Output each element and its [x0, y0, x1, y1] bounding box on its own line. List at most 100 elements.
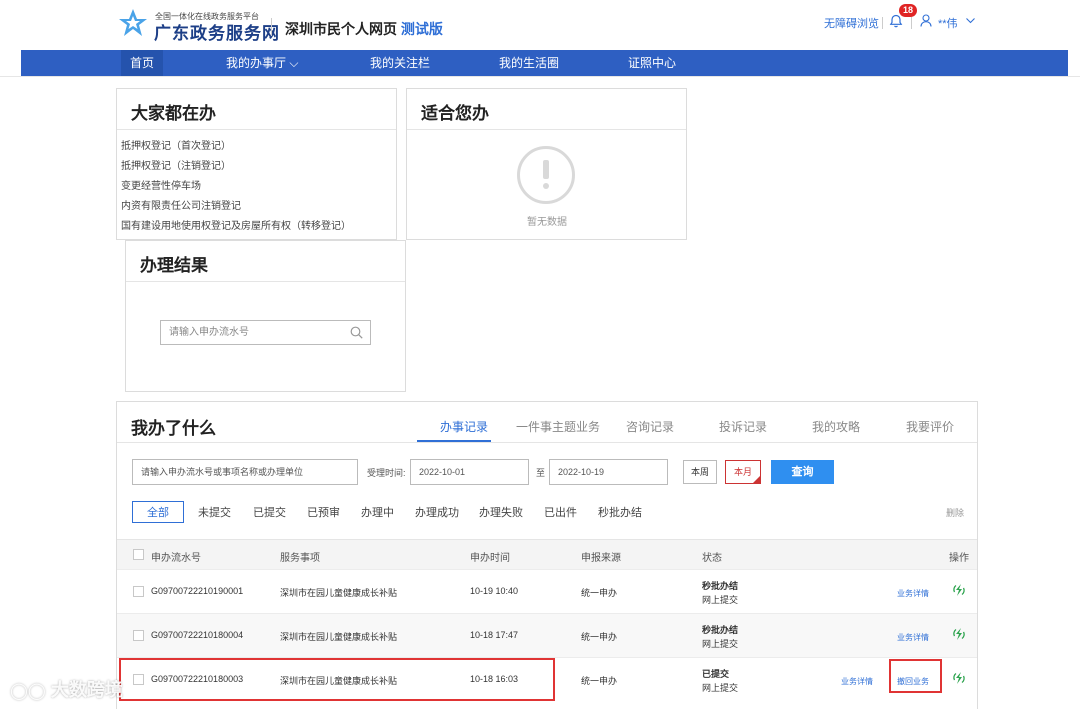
row-time: 10-19 10:40 — [470, 586, 519, 596]
query-button[interactable]: 查询 — [771, 460, 834, 484]
tab-guides[interactable]: 我的攻略 — [812, 418, 860, 435]
row-checkbox[interactable] — [133, 586, 144, 597]
row-source: 统一申办 — [581, 676, 618, 686]
records-search-input[interactable]: 请输入申办流水号或事项名称或办理单位 — [132, 459, 358, 485]
tab-evaluate[interactable]: 我要评价 — [906, 418, 954, 435]
suitable-panel: 适合您办 暂无数据 — [406, 88, 687, 240]
result-search-input[interactable]: 请输入申办流水号 — [160, 320, 371, 345]
chevron-down-icon[interactable] — [966, 18, 975, 24]
panel-divider — [117, 129, 396, 130]
detail-link[interactable]: 业务详情 — [897, 588, 929, 599]
nav-license-center[interactable]: 证照中心 — [628, 50, 676, 76]
filter-prereviewed[interactable]: 已预审 — [307, 504, 340, 520]
delete-button[interactable]: 删除 — [946, 506, 964, 519]
site-tag: 测试版 — [400, 21, 443, 37]
filter-submitted[interactable]: 已提交 — [253, 504, 286, 520]
detail-link[interactable]: 业务详情 — [897, 632, 929, 643]
tab-theme-business[interactable]: 一件事主题业务 — [516, 418, 600, 435]
popular-item[interactable]: 内资有限责任公司注销登记 — [121, 197, 241, 212]
row-time: 10-18 17:47 — [470, 630, 519, 640]
row-source: 统一申办 — [581, 588, 618, 598]
highlight-box-row — [119, 658, 555, 701]
notification-badge[interactable]: 18 — [899, 4, 917, 17]
select-all-checkbox[interactable] — [133, 549, 144, 560]
header-separator — [911, 17, 912, 29]
filter-success[interactable]: 办理成功 — [415, 504, 459, 520]
site-name: 深圳市民个人网页 测试版 — [285, 19, 443, 39]
row-status-sub: 网上提交 — [702, 595, 739, 605]
user-name[interactable]: **伟 — [938, 15, 958, 31]
nav-divider — [0, 76, 1080, 77]
row-checkbox[interactable] — [133, 630, 144, 641]
logo-title[interactable]: 广东政务服务网 — [154, 19, 280, 44]
header-divider — [271, 18, 272, 36]
popular-item[interactable]: 抵押权登记（首次登记） — [121, 137, 231, 152]
row-status: 已提交 — [702, 669, 730, 679]
filter-failed[interactable]: 办理失败 — [479, 504, 523, 520]
logo-icon[interactable] — [118, 8, 148, 38]
table-row[interactable]: G09700722210190001 深圳市在园儿童健康成长补贴 10-19 1… — [117, 569, 977, 613]
records-title: 我办了什么 — [131, 419, 216, 438]
watermark-text: 大数跨境 — [50, 680, 123, 700]
tab-complaint[interactable]: 投诉记录 — [719, 418, 767, 435]
bell-icon[interactable] — [889, 14, 903, 28]
column-header: 申办时间 — [470, 553, 510, 564]
filter-all[interactable]: 全部 — [132, 501, 184, 523]
date-from-input[interactable]: 2022-10-01 — [410, 459, 529, 485]
date-to-input[interactable]: 2022-10-19 — [549, 459, 668, 485]
row-status: 秒批办结 — [702, 625, 739, 635]
nav-my-hall[interactable]: 我的办事厅 ⌵ — [226, 50, 298, 76]
filter-unsubmitted[interactable]: 未提交 — [198, 504, 231, 520]
main-nav: 首页 我的办事厅 ⌵ 我的关注栏 我的生活圈 证照中心 — [21, 50, 1068, 76]
column-header: 操作 — [949, 553, 969, 564]
suitable-title: 适合您办 — [421, 104, 489, 123]
detail-link[interactable]: 业务详情 — [841, 676, 873, 687]
refresh-icon[interactable] — [952, 671, 966, 685]
column-header: 申办流水号 — [151, 553, 201, 564]
search-icon[interactable] — [350, 326, 363, 339]
filter-issued[interactable]: 已出件 — [544, 504, 577, 520]
row-id: G09700722210190001 — [151, 586, 244, 596]
row-item: 深圳市在园儿童健康成长补贴 — [280, 588, 398, 598]
table-row[interactable]: G09700722210180004 深圳市在园儿童健康成长补贴 10-18 1… — [117, 613, 977, 657]
row-id: G09700722210180004 — [151, 630, 244, 640]
this-week-button[interactable]: 本周 — [683, 460, 717, 484]
panel-divider — [126, 281, 405, 282]
result-panel: 办理结果 请输入申办流水号 — [125, 240, 406, 392]
highlight-box-withdraw — [889, 659, 942, 693]
top-header: 全国一体化在线政务服务平台 广东政务服务网 深圳市民个人网页 测试版 无障碍浏览… — [0, 0, 1080, 50]
popular-item[interactable]: 变更经营性停车场 — [121, 177, 201, 192]
nav-my-life[interactable]: 我的生活圈 — [499, 50, 559, 76]
nav-my-follow[interactable]: 我的关注栏 — [370, 50, 430, 76]
date-separator: 至 — [536, 468, 546, 478]
popular-item[interactable]: 抵押权登记（注销登记） — [121, 157, 231, 172]
row-status: 秒批办结 — [702, 581, 739, 591]
watermark-logo-icon: ◯◯ — [10, 683, 46, 700]
table-header: 申办流水号 服务事项 申办时间 申报来源 状态 操作 — [117, 539, 977, 569]
tab-consult[interactable]: 咨询记录 — [626, 418, 674, 435]
site-name-text: 深圳市民个人网页 — [285, 21, 397, 37]
column-header: 服务事项 — [280, 553, 320, 564]
accessibility-link[interactable]: 无障碍浏览 — [824, 15, 879, 31]
refresh-icon[interactable] — [952, 627, 966, 641]
row-item: 深圳市在园儿童健康成长补贴 — [280, 632, 398, 642]
panel-divider — [407, 129, 686, 130]
tab-records[interactable]: 办事记录 — [440, 418, 488, 435]
user-icon[interactable] — [920, 14, 932, 27]
this-month-button[interactable]: 本月 — [725, 460, 761, 484]
row-status-sub: 网上提交 — [702, 683, 739, 693]
popular-panel: 大家都在办 抵押权登记（首次登记） 抵押权登记（注销登记） 变更经营性停车场 内… — [116, 88, 397, 240]
column-header: 申报来源 — [581, 553, 621, 564]
row-source: 统一申办 — [581, 632, 618, 642]
popular-item[interactable]: 国有建设用地使用权登记及房屋所有权（转移登记） — [121, 217, 351, 232]
nav-home[interactable]: 首页 — [121, 50, 164, 76]
exclamation-icon — [517, 146, 575, 204]
result-title: 办理结果 — [140, 256, 208, 275]
watermark: ◯◯ 大数跨境 — [10, 676, 123, 702]
refresh-icon[interactable] — [952, 583, 966, 597]
header-separator — [882, 17, 883, 29]
filter-processing[interactable]: 办理中 — [361, 504, 394, 520]
column-header: 状态 — [702, 553, 722, 564]
filter-instant-approval[interactable]: 秒批办结 — [598, 504, 642, 520]
popular-title: 大家都在办 — [131, 104, 216, 123]
